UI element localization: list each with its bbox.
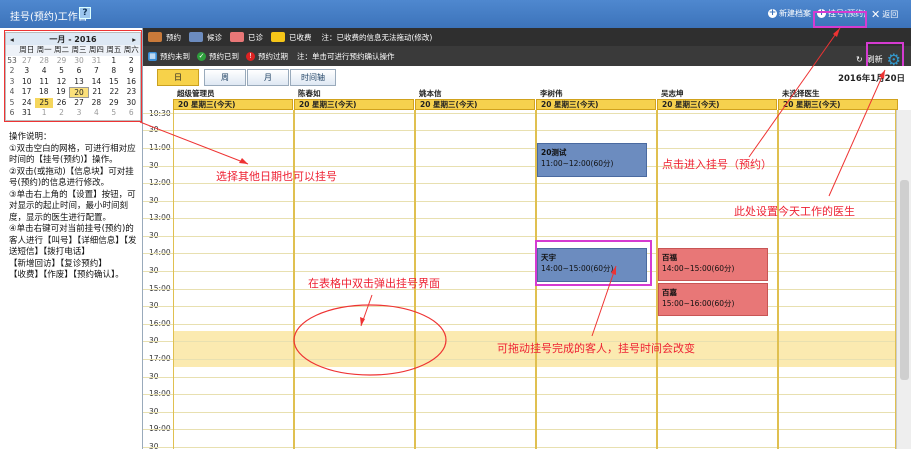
annotation-drag-appt: 可拖动挂号完成的客人，挂号时间会改变 (497, 342, 695, 355)
doctor-date: 20 星期三(今天) (415, 99, 535, 110)
legend-swatch-booked (148, 32, 162, 42)
register-highlight-box (813, 11, 867, 28)
arrived-label[interactable]: 预约已到 (209, 51, 239, 62)
not-arrived-label[interactable]: 预约未到 (160, 51, 190, 62)
appointment-block[interactable]: 百嘉 15:00~16:00(60分) (658, 283, 768, 316)
appointment-time: 11:00~12:00(60分) (541, 159, 614, 168)
instruction-line: ①双击空白的网格，可进行相对应时间的【挂号(预约)】操作。 (9, 143, 136, 166)
current-date: 2016年1月20日 (838, 74, 905, 84)
instruction-line: ③单击右上角的【设置】按钮，可对显示的起止时间，最小时间刻度，显示的医生进行配置… (9, 189, 136, 223)
doctor-column-header: 超级管理员 20 星期三(今天) (173, 88, 293, 110)
legend-label: 候诊 (207, 32, 222, 42)
settings-highlight-box (866, 42, 904, 68)
doctor-date: 20 星期三(今天) (657, 99, 777, 110)
legend-swatch-paid (271, 32, 285, 42)
instruction-line: ②双击(或拖动)【信息块】可对挂号(预约)的信息进行修改。 (9, 166, 134, 189)
refresh-icon: ↻ (855, 55, 863, 64)
doctor-column[interactable] (778, 110, 896, 449)
schedule-grid[interactable]: 10:30 30 11:00 30 12:00 30 13:00 30 14:0… (143, 110, 896, 449)
back-button[interactable]: ✕ 返回 (871, 8, 898, 21)
appointment-time: 14:00~15:00(60分) (662, 264, 735, 273)
appointment-block[interactable]: 百福 14:00~15:00(60分) (658, 248, 768, 281)
alert-icon: ! (246, 51, 255, 61)
title-bar: 挂号(预约)工作台 ? + 新建档案 + 挂号(预约) ✕ 返回 (0, 0, 911, 28)
doctor-column-header: 李树伟 20 星期三(今天) (536, 88, 656, 110)
new-record-label: 新建档案 (779, 9, 811, 18)
check-icon: ✓ (197, 51, 206, 61)
tab-day[interactable]: 日 (157, 69, 199, 86)
appointment-time: 15:00~16:00(60分) (662, 299, 735, 308)
status-note: 注：单击可进行预约确认操作 (297, 51, 395, 61)
status-bar: ▦ 预约未到 ✓ 预约已到 ! 预约过期 注：单击可进行预约确认操作 (143, 46, 911, 66)
view-switcher: 日 周 月 时间轴 2016年1月20日 (143, 66, 911, 88)
doctor-date: 20 星期三(今天) (536, 99, 656, 110)
instructions: 操作说明： ①双击空白的网格，可进行相对应时间的【挂号(预约)】操作。 ②双击(… (9, 132, 139, 282)
legend-swatch-waiting (189, 32, 203, 42)
time-axis: 10:30 30 11:00 30 12:00 30 13:00 30 14:0… (143, 110, 173, 449)
annotation-set-doctors: 此处设置今天工作的医生 (734, 205, 855, 218)
instruction-line: 【收费】【作废】【预约确认】。 (9, 270, 124, 280)
doctor-column-header: 未选择医生 20 星期三(今天) (778, 88, 898, 110)
doctor-column[interactable] (173, 110, 294, 449)
annotation-click-register: 点击进入挂号（预约） (662, 158, 772, 171)
legend-label: 已诊 (248, 32, 263, 42)
calendar-icon: ▦ (148, 51, 157, 61)
doctor-date: 20 星期三(今天) (173, 99, 293, 110)
close-icon: ✕ (871, 8, 881, 21)
doctor-column-header: 陈春如 20 星期三(今天) (294, 88, 414, 110)
appointment-block[interactable]: 20测试 11:00~12:00(60分) (537, 143, 647, 177)
scrollbar-thumb[interactable] (900, 180, 909, 380)
window-title: 挂号(预约)工作台 (10, 12, 88, 23)
instruction-line: 【新增回访】【复诊预约】 (9, 258, 107, 269)
tab-week[interactable]: 周 (204, 69, 246, 86)
calendar-highlight-box (4, 30, 142, 122)
appointment-title: 百福 (662, 253, 677, 262)
drag-highlight-box (535, 240, 652, 286)
doctor-date: 20 星期三(今天) (778, 99, 898, 110)
new-record-button[interactable]: + 新建档案 (768, 8, 811, 19)
doctor-name: 陈春如 (298, 89, 321, 98)
doctor-column-header: 吴志坤 20 星期三(今天) (657, 88, 777, 110)
vertical-scrollbar[interactable] (896, 110, 911, 449)
legend-note: 注：已收费的信息无法拖动(修改) (321, 32, 433, 42)
plus-icon: + (768, 8, 777, 18)
doctor-name: 吴志坤 (661, 89, 684, 98)
appointment-title: 百嘉 (662, 288, 677, 297)
legend-label: 已收费 (289, 32, 312, 42)
doctor-name: 李树伟 (540, 89, 563, 98)
back-label: 返回 (882, 10, 899, 19)
tab-month[interactable]: 月 (247, 69, 289, 86)
doctor-name: 超级管理员 (177, 89, 215, 98)
annotation-other-date: 选择其他日期也可以挂号 (216, 170, 337, 183)
legend-swatch-seen (230, 32, 244, 42)
doctor-headers: 超级管理员 20 星期三(今天) 陈春如 20 星期三(今天) 姚本信 20 星期三(… (143, 88, 911, 110)
doctor-date: 20 星期三(今天) (294, 99, 414, 110)
expired-label[interactable]: 预约过期 (258, 51, 288, 62)
help-icon[interactable]: ? (79, 7, 91, 19)
instruction-line: 操作说明： (9, 132, 52, 142)
doctor-name: 姚本信 (419, 89, 442, 98)
appointment-title: 20测试 (541, 148, 567, 157)
instruction-line: ④单击右键可对当前挂号(预约)的客人进行【叫号】【详细信息】【发送短信】【拨打电… (9, 224, 137, 257)
legend-label: 预约 (166, 32, 181, 42)
tab-timeline[interactable]: 时间轴 (290, 69, 336, 86)
legend-bar: 预约 候诊 已诊 已收费 注：已收费的信息无法拖动(修改) (143, 28, 911, 46)
doctor-column-header: 姚本信 20 星期三(今天) (415, 88, 535, 110)
annotation-dblclick-grid: 在表格中双击弹出挂号界面 (308, 277, 440, 290)
doctor-name: 未选择医生 (782, 89, 820, 98)
